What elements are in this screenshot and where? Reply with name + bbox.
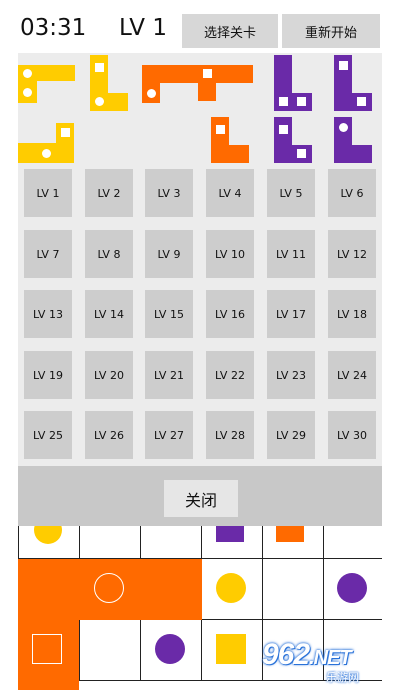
current-level: LV 1 <box>119 15 167 41</box>
level-button[interactable]: LV 22 <box>206 351 254 399</box>
level-button[interactable]: LV 21 <box>145 351 193 399</box>
level-button[interactable]: LV 13 <box>24 290 72 338</box>
level-button[interactable]: LV 25 <box>24 411 72 459</box>
level-button[interactable]: LV 15 <box>145 290 193 338</box>
board-cell[interactable] <box>79 619 141 681</box>
level-button[interactable]: LV 11 <box>267 230 315 278</box>
level-select-panel: LV 1 LV 2 LV 3 LV 4 LV 5 LV 6 LV 7 LV 8 … <box>18 163 382 526</box>
level-button[interactable]: LV 3 <box>145 169 193 217</box>
level-button[interactable]: LV 18 <box>328 290 376 338</box>
piece-tray <box>18 53 382 163</box>
select-level-button[interactable]: 选择关卡 <box>182 14 278 48</box>
level-button[interactable]: LV 6 <box>328 169 376 217</box>
watermark-subtitle: 乐游网 <box>326 671 359 684</box>
level-button[interactable]: LV 8 <box>85 230 133 278</box>
level-button[interactable]: LV 27 <box>145 411 193 459</box>
circle-outline-icon <box>94 573 124 603</box>
board-cell[interactable] <box>79 526 141 559</box>
square-outline-icon <box>32 634 62 664</box>
board-cell[interactable] <box>323 526 382 559</box>
level-button[interactable]: LV 29 <box>267 411 315 459</box>
level-button[interactable]: LV 5 <box>267 169 315 217</box>
level-button[interactable]: LV 10 <box>206 230 254 278</box>
close-bar: 关闭 <box>18 466 382 526</box>
level-button[interactable]: LV 9 <box>145 230 193 278</box>
level-button[interactable]: LV 28 <box>206 411 254 459</box>
level-button[interactable]: LV 1 <box>24 169 72 217</box>
close-button[interactable]: 关闭 <box>164 480 238 517</box>
level-button[interactable]: LV 4 <box>206 169 254 217</box>
level-button[interactable]: LV 7 <box>24 230 72 278</box>
watermark: 962.NET 乐游网 <box>262 636 398 686</box>
level-button[interactable]: LV 24 <box>328 351 376 399</box>
watermark-logo: 962.NET <box>262 638 352 671</box>
purple-circle-target <box>155 634 185 664</box>
level-button[interactable]: LV 20 <box>85 351 133 399</box>
top-bar: 03:31 LV 1 选择关卡 重新开始 <box>0 0 400 52</box>
timer: 03:31 <box>20 15 87 41</box>
yellow-circle-target <box>216 573 246 603</box>
level-button[interactable]: LV 30 <box>328 411 376 459</box>
level-button[interactable]: LV 16 <box>206 290 254 338</box>
board-cell[interactable] <box>262 558 324 620</box>
restart-button[interactable]: 重新开始 <box>282 14 380 48</box>
purple-circle-target <box>337 573 367 603</box>
level-button[interactable]: LV 2 <box>85 169 133 217</box>
level-button[interactable]: LV 23 <box>267 351 315 399</box>
level-button[interactable]: LV 12 <box>328 230 376 278</box>
level-button[interactable]: LV 26 <box>85 411 133 459</box>
level-button[interactable]: LV 17 <box>267 290 315 338</box>
level-button[interactable]: LV 19 <box>24 351 72 399</box>
orange-square-target <box>276 526 304 542</box>
purple-square-target <box>216 526 244 542</box>
board-cell[interactable] <box>140 526 202 559</box>
level-button[interactable]: LV 14 <box>85 290 133 338</box>
yellow-square-target <box>216 634 246 664</box>
